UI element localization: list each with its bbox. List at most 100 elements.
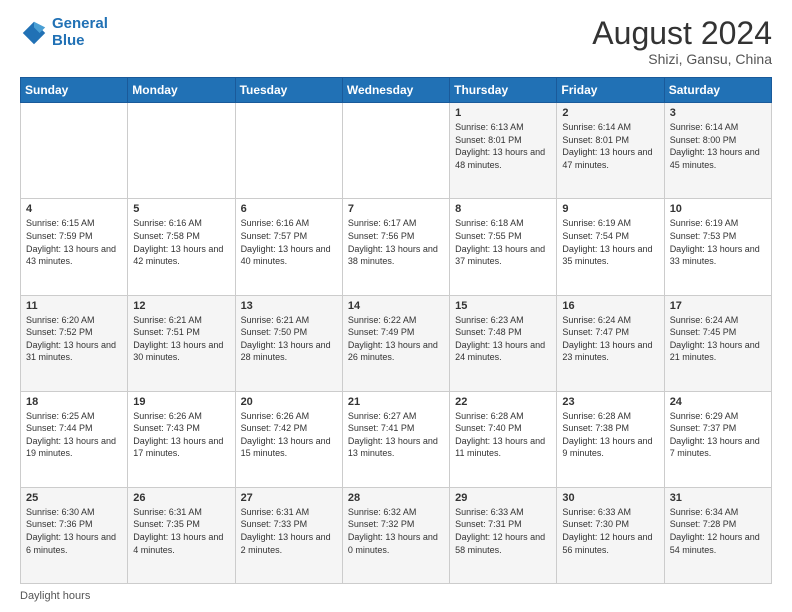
day-number: 9 <box>562 203 658 215</box>
day-number: 13 <box>241 300 337 312</box>
week-row-2: 11 Sunrise: 6:20 AM Sunset: 7:52 PM Dayli… <box>21 295 772 391</box>
day-info: Sunrise: 6:29 AM Sunset: 7:37 PM Dayligh… <box>670 410 766 460</box>
day-info: Sunrise: 6:17 AM Sunset: 7:56 PM Dayligh… <box>348 217 444 267</box>
calendar-cell-0-4: 1Sunrise: 6:13 AM Sunset: 8:01 PM Daylig… <box>450 103 557 199</box>
header-wednesday: Wednesday <box>342 78 449 103</box>
day-number: 31 <box>670 492 766 504</box>
day-number: 23 <box>562 396 658 408</box>
day-number: 20 <box>241 396 337 408</box>
day-number: 17 <box>670 300 766 312</box>
calendar-cell-3-2: 20 Sunrise: 6:26 AM Sunset: 7:42 PM Dayli… <box>235 391 342 487</box>
day-number: 29 <box>455 492 551 504</box>
day-number: 4 <box>26 203 122 215</box>
week-row-4: 25 Sunrise: 6:30 AM Sunset: 7:36 PM Dayli… <box>21 487 772 583</box>
day-info: Sunrise: 6:33 AM Sunset: 7:30 PM Dayligh… <box>562 506 658 556</box>
calendar-cell-0-1 <box>128 103 235 199</box>
day-number: 12 <box>133 300 229 312</box>
calendar-cell-3-1: 19Sunrise: 6:26 AM Sunset: 7:43 PM Dayli… <box>128 391 235 487</box>
calendar-cell-2-6: 17 Sunrise: 6:24 AM Sunset: 7:45 PM Dayli… <box>664 295 771 391</box>
week-row-1: 4 Sunrise: 6:15 AM Sunset: 7:59 PM Daylig… <box>21 199 772 295</box>
week-row-3: 18Sunrise: 6:25 AM Sunset: 7:44 PM Dayli… <box>21 391 772 487</box>
calendar-cell-0-0 <box>21 103 128 199</box>
logo-icon <box>20 19 48 47</box>
day-number: 27 <box>241 492 337 504</box>
calendar-cell-2-4: 15 Sunrise: 6:23 AM Sunset: 7:48 PM Dayli… <box>450 295 557 391</box>
logo-text: General Blue <box>52 16 108 49</box>
calendar-cell-1-4: 8 Sunrise: 6:18 AM Sunset: 7:55 PM Daylig… <box>450 199 557 295</box>
calendar-cell-1-1: 5Sunrise: 6:16 AM Sunset: 7:58 PM Daylig… <box>128 199 235 295</box>
logo: General Blue <box>20 16 108 49</box>
day-number: 18 <box>26 396 122 408</box>
day-number: 30 <box>562 492 658 504</box>
day-info: Sunrise: 6:21 AM Sunset: 7:50 PM Dayligh… <box>241 314 337 364</box>
calendar-table: Sunday Monday Tuesday Wednesday Thursday… <box>20 77 772 584</box>
day-info: Sunrise: 6:19 AM Sunset: 7:54 PM Dayligh… <box>562 217 658 267</box>
day-info: Sunrise: 6:14 AM Sunset: 8:00 PM Dayligh… <box>670 121 766 171</box>
calendar-cell-3-5: 23 Sunrise: 6:28 AM Sunset: 7:38 PM Dayli… <box>557 391 664 487</box>
day-info: Sunrise: 6:28 AM Sunset: 7:40 PM Dayligh… <box>455 410 551 460</box>
day-number: 25 <box>26 492 122 504</box>
day-info: Sunrise: 6:22 AM Sunset: 7:49 PM Dayligh… <box>348 314 444 364</box>
day-number: 22 <box>455 396 551 408</box>
day-info: Sunrise: 6:18 AM Sunset: 7:55 PM Dayligh… <box>455 217 551 267</box>
day-number: 28 <box>348 492 444 504</box>
day-number: 26 <box>133 492 229 504</box>
day-number: 24 <box>670 396 766 408</box>
calendar-cell-2-5: 16Sunrise: 6:24 AM Sunset: 7:47 PM Dayli… <box>557 295 664 391</box>
header-sunday: Sunday <box>21 78 128 103</box>
day-info: Sunrise: 6:31 AM Sunset: 7:35 PM Dayligh… <box>133 506 229 556</box>
calendar-cell-3-4: 22 Sunrise: 6:28 AM Sunset: 7:40 PM Dayli… <box>450 391 557 487</box>
day-number: 3 <box>670 107 766 119</box>
day-info: Sunrise: 6:24 AM Sunset: 7:45 PM Dayligh… <box>670 314 766 364</box>
calendar-cell-0-2 <box>235 103 342 199</box>
calendar-cell-3-3: 21 Sunrise: 6:27 AM Sunset: 7:41 PM Dayli… <box>342 391 449 487</box>
day-info: Sunrise: 6:16 AM Sunset: 7:58 PM Dayligh… <box>133 217 229 267</box>
day-number: 2 <box>562 107 658 119</box>
calendar-cell-1-0: 4 Sunrise: 6:15 AM Sunset: 7:59 PM Daylig… <box>21 199 128 295</box>
day-info: Sunrise: 6:34 AM Sunset: 7:28 PM Dayligh… <box>670 506 766 556</box>
day-number: 7 <box>348 203 444 215</box>
day-info: Sunrise: 6:24 AM Sunset: 7:47 PM Dayligh… <box>562 314 658 364</box>
calendar-cell-1-2: 6Sunrise: 6:16 AM Sunset: 7:57 PM Daylig… <box>235 199 342 295</box>
day-info: Sunrise: 6:28 AM Sunset: 7:38 PM Dayligh… <box>562 410 658 460</box>
calendar-cell-4-2: 27Sunrise: 6:31 AM Sunset: 7:33 PM Dayli… <box>235 487 342 583</box>
header-thursday: Thursday <box>450 78 557 103</box>
calendar-cell-0-3 <box>342 103 449 199</box>
day-number: 10 <box>670 203 766 215</box>
day-number: 1 <box>455 107 551 119</box>
calendar-cell-1-5: 9 Sunrise: 6:19 AM Sunset: 7:54 PM Daylig… <box>557 199 664 295</box>
calendar-cell-2-3: 14 Sunrise: 6:22 AM Sunset: 7:49 PM Dayli… <box>342 295 449 391</box>
calendar-cell-1-3: 7 Sunrise: 6:17 AM Sunset: 7:56 PM Daylig… <box>342 199 449 295</box>
day-info: Sunrise: 6:32 AM Sunset: 7:32 PM Dayligh… <box>348 506 444 556</box>
calendar-cell-4-6: 31 Sunrise: 6:34 AM Sunset: 7:28 PM Dayli… <box>664 487 771 583</box>
day-info: Sunrise: 6:15 AM Sunset: 7:59 PM Dayligh… <box>26 217 122 267</box>
week-row-0: 1Sunrise: 6:13 AM Sunset: 8:01 PM Daylig… <box>21 103 772 199</box>
day-number: 6 <box>241 203 337 215</box>
day-info: Sunrise: 6:19 AM Sunset: 7:53 PM Dayligh… <box>670 217 766 267</box>
day-number: 11 <box>26 300 122 312</box>
day-number: 8 <box>455 203 551 215</box>
header-tuesday: Tuesday <box>235 78 342 103</box>
header-saturday: Saturday <box>664 78 771 103</box>
day-number: 14 <box>348 300 444 312</box>
day-number: 15 <box>455 300 551 312</box>
month-year: August 2024 <box>592 16 772 51</box>
calendar-header-row: Sunday Monday Tuesday Wednesday Thursday… <box>21 78 772 103</box>
day-info: Sunrise: 6:20 AM Sunset: 7:52 PM Dayligh… <box>26 314 122 364</box>
day-info: Sunrise: 6:27 AM Sunset: 7:41 PM Dayligh… <box>348 410 444 460</box>
day-info: Sunrise: 6:14 AM Sunset: 8:01 PM Dayligh… <box>562 121 658 171</box>
location: Shizi, Gansu, China <box>592 51 772 67</box>
day-number: 21 <box>348 396 444 408</box>
calendar-cell-4-0: 25 Sunrise: 6:30 AM Sunset: 7:36 PM Dayli… <box>21 487 128 583</box>
day-info: Sunrise: 6:33 AM Sunset: 7:31 PM Dayligh… <box>455 506 551 556</box>
calendar-cell-3-0: 18Sunrise: 6:25 AM Sunset: 7:44 PM Dayli… <box>21 391 128 487</box>
page: General Blue August 2024 Shizi, Gansu, C… <box>0 0 792 612</box>
day-info: Sunrise: 6:23 AM Sunset: 7:48 PM Dayligh… <box>455 314 551 364</box>
day-info: Sunrise: 6:26 AM Sunset: 7:42 PM Dayligh… <box>241 410 337 460</box>
calendar-cell-0-6: 3 Sunrise: 6:14 AM Sunset: 8:00 PM Daylig… <box>664 103 771 199</box>
title-block: August 2024 Shizi, Gansu, China <box>592 16 772 67</box>
calendar-cell-4-5: 30 Sunrise: 6:33 AM Sunset: 7:30 PM Dayli… <box>557 487 664 583</box>
footer: Daylight hours <box>20 590 772 602</box>
header: General Blue August 2024 Shizi, Gansu, C… <box>20 16 772 67</box>
day-info: Sunrise: 6:30 AM Sunset: 7:36 PM Dayligh… <box>26 506 122 556</box>
